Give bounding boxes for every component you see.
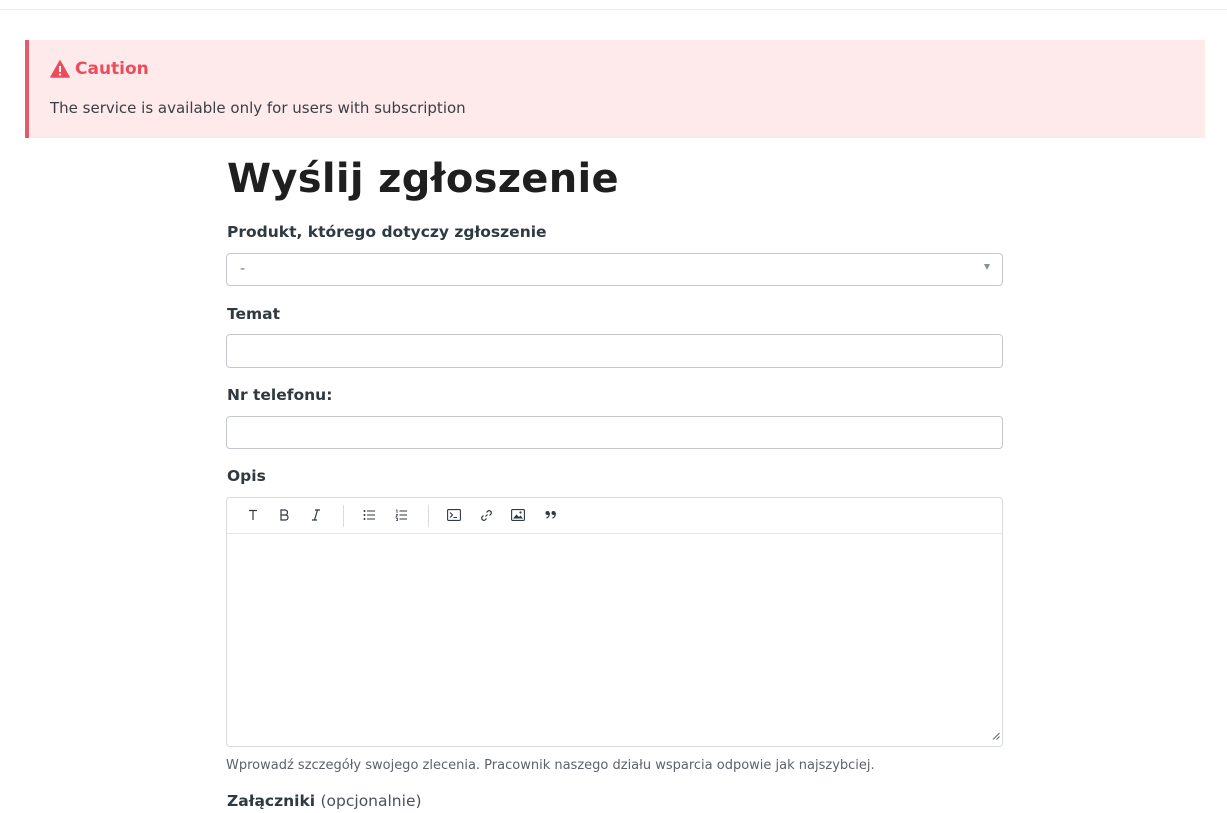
description-editor — [226, 497, 1003, 747]
image-icon[interactable] — [509, 506, 527, 524]
subject-input[interactable] — [226, 334, 1003, 368]
quote-icon[interactable] — [542, 506, 560, 524]
italic-icon[interactable] — [307, 506, 325, 524]
attachments-label: Załączniki (opcjonalnie) — [227, 792, 422, 810]
attachments-optional: (opcjonalnie) — [320, 792, 422, 810]
alert-message: The service is available only for users … — [50, 99, 466, 117]
description-hint: Wprowadź szczegóły swojego zlecenia. Pra… — [226, 758, 875, 773]
resize-handle-icon[interactable] — [992, 725, 1000, 744]
header-divider — [0, 9, 1227, 10]
description-textarea[interactable] — [227, 534, 1002, 746]
product-select-value: - — [240, 261, 246, 277]
toolbar-divider — [428, 505, 429, 527]
product-select[interactable]: - — [226, 253, 1003, 286]
bold-icon[interactable] — [275, 506, 293, 524]
description-label: Opis — [227, 467, 266, 485]
chevron-down-icon — [984, 264, 990, 270]
phone-input[interactable] — [226, 416, 1003, 449]
attachments-title: Załączniki — [227, 792, 316, 810]
alert-title-row: Caution — [50, 59, 149, 79]
page-title: Wyślij zgłoszenie — [227, 156, 619, 202]
text-format-icon[interactable] — [244, 506, 262, 524]
link-icon[interactable] — [477, 506, 495, 524]
bulleted-list-icon[interactable] — [360, 506, 378, 524]
toolbar-divider — [343, 505, 344, 527]
phone-label: Nr telefonu: — [227, 386, 333, 404]
subject-label: Temat — [227, 305, 281, 323]
numbered-list-icon[interactable] — [392, 506, 410, 524]
warning-triangle-icon — [50, 60, 75, 78]
product-label: Produkt, którego dotyczy zgłoszenie — [227, 223, 547, 241]
alert-title: Caution — [75, 59, 149, 79]
code-block-icon[interactable] — [445, 506, 463, 524]
subscription-alert: Caution The service is available only fo… — [25, 40, 1205, 138]
editor-toolbar — [227, 498, 1002, 534]
